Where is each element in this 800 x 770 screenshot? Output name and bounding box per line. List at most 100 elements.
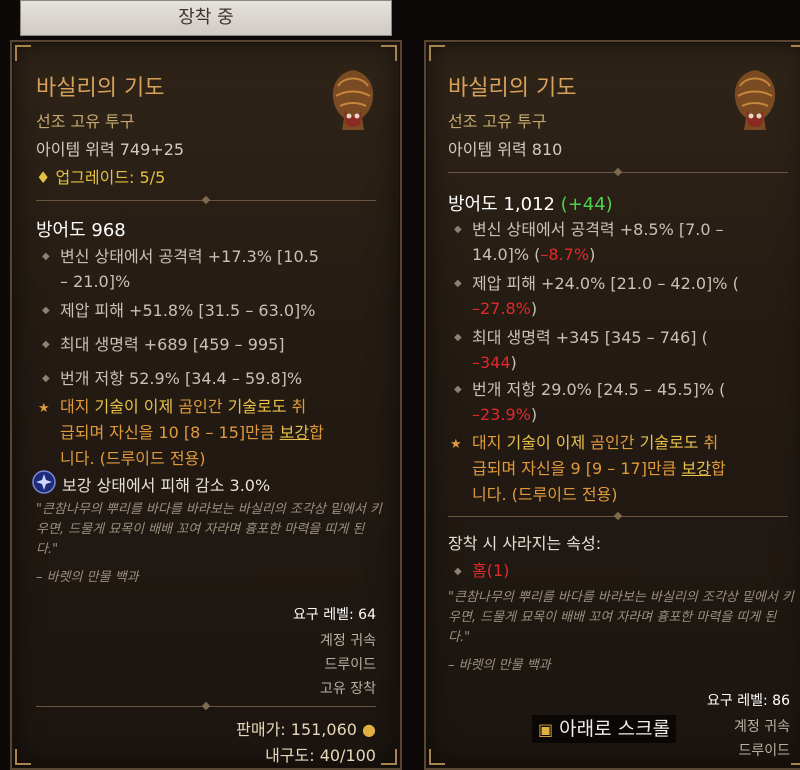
legendary-star-icon: ★ [450,437,462,452]
stat-text: ) [589,245,596,264]
aspect-text: 보강 상태에서 피해 감소 3.0% [62,476,271,495]
lost-affix: 홈(1) [472,561,510,580]
item-power: 아이템 위력 810 [448,140,563,159]
gold-coin-icon: ● [362,720,376,739]
legend-keyword: 기술이 이제 [94,397,174,416]
account-bound: 계정 귀속 [320,633,376,649]
legendary-affix: 대지 기술이 이제 곰인간 기술로도 취 급되며 자신을 9 [9 – 17]만… [472,430,800,508]
stat-line: 제압 피해 +51.8% [31.5 – 63.0]% [60,301,316,320]
stat-text: 변신 상태에서 공격력 +8.5% [7.0 – [472,220,724,239]
armor-diff: (+44) [560,194,613,215]
stat-text: 제압 피해 +24.0% [21.0 – 42.0]% ( [472,274,739,293]
required-level: 요구 레벨: 64 [293,607,376,623]
stat-line: 변신 상태에서 공격력 +8.5% [7.0 – 14.0]% (–8.7%) [472,217,800,267]
stat-line: 번개 저항 52.9% [34.4 – 59.8]% [60,369,303,388]
frame-corner [791,749,800,765]
stat-text: 최대 생명력 +345 [345 – 746] ( [472,328,708,347]
helmet-icon [332,70,374,130]
stat-text: ) [530,405,538,424]
legend-text: 취 [286,397,307,416]
stat-line: 최대 생명력 +345 [345 – 746] ( –344) [472,325,800,375]
frame-corner [381,45,397,61]
item-power: 아이템 위력 749+25 [36,140,185,159]
legend-text: 취 [698,433,719,452]
legend-text: 급되며 자신을 10 [8 – 15]만큼 [60,423,280,442]
legend-text: 니다. (드루이드 전용) [472,485,618,504]
account-bound: 계정 귀속 [734,719,790,735]
stat-text: ) [510,353,517,372]
frame-corner [381,749,397,765]
equipped-item-tooltip: 바실리의 기도 선조 고유 투구 아이템 위력 749+25 ♦ 업그레이드: … [10,40,402,770]
stat-bullet-icon: ◆ [454,566,462,577]
section-divider [36,200,376,201]
durability: 내구도: 40/100 [265,746,376,765]
stat-diff: –8.7% [540,245,590,264]
stat-bullet-icon: ◆ [454,332,462,343]
armor-text: 방어도 1,012 [448,194,555,215]
stat-bullet-icon: ◆ [454,224,462,235]
legend-text: 니다. (드루이드 전용) [60,449,206,468]
legend-keyword: 기술로도 [639,433,699,452]
fortify-keyword[interactable]: 보강 [681,459,710,478]
class-restriction: 드루이드 [324,657,376,673]
section-divider [448,516,788,517]
chest-icon: ▣ [538,720,554,739]
stat-text: – 21.0]% [60,272,131,291]
flavor-source: – 바렛의 만물 백과 [448,658,551,673]
stat-bullet-icon: ◆ [42,339,50,350]
section-divider [36,706,376,707]
item-name: 바실리의 기도 [36,76,165,101]
frame-corner [429,45,445,61]
legend-keyword: 기술로도 [227,397,287,416]
lost-affixes-header: 장착 시 사라지는 속성: [448,534,602,553]
legend-text: 곰인간 [173,397,228,416]
required-level: 요구 레벨: 86 [707,693,790,709]
flavor-text: "큰참나무의 뿌리를 바다를 바라보는 바실리의 조각상 밑에서 키우면, 드물… [448,590,794,645]
stat-line: 최대 생명력 +689 [459 – 995] [60,335,285,354]
armor-value: 방어도 1,012 (+44) [448,190,613,216]
stat-bullet-icon: ◆ [42,305,50,316]
stat-diff: –23.9% [472,405,531,424]
legend-keyword: 기술이 이제 [506,433,586,452]
stat-text: 변신 상태에서 공격력 +17.3% [10.5 [60,247,319,266]
item-type: 선조 고유 투구 [36,112,135,131]
legend-text: 곰인간 [585,433,640,452]
frame-corner [15,45,31,61]
sell-price: 판매가: 151,060 ● [236,716,376,740]
legendary-affix: 대지 기술이 이제 곰인간 기술로도 취 급되며 자신을 10 [8 – 15]… [60,394,390,472]
upgrade-label: 업그레이드: 5/5 [55,168,166,187]
legend-text: 급되며 자신을 9 [9 – 17]만큼 [472,459,682,478]
stat-line: 변신 상태에서 공격력 +17.3% [10.5 – 21.0]% [60,244,380,294]
stat-diff: –344 [472,353,511,372]
stat-text: 번개 저항 29.0% [24.5 – 45.5]% ( [472,380,726,399]
stat-bullet-icon: ◆ [42,251,50,262]
upgrade-status: ♦ 업그레이드: 5/5 [36,168,166,187]
stat-bullet-icon: ◆ [42,373,50,384]
stat-text: ) [530,299,538,318]
frame-corner [429,749,445,765]
stat-diff: –27.8% [472,299,531,318]
stat-line: 번개 저항 29.0% [24.5 – 45.5]% ( –23.9%) [472,377,800,427]
stat-line: 제압 피해 +24.0% [21.0 – 42.0]% ( –27.8%) [472,271,800,321]
scroll-down-hint[interactable]: ▣ 아래로 스크롤 [532,715,677,743]
legend-text: 합 [309,423,324,442]
equipped-tab: 장착 중 [20,0,392,36]
section-divider [448,172,788,173]
aspect-gem-icon [32,470,56,494]
sell-price-text: 판매가: 151,060 [236,720,357,739]
stat-bullet-icon: ◆ [454,384,462,395]
scroll-hint-label: 아래로 스크롤 [559,718,671,740]
helmet-icon [734,70,776,130]
flavor-source: – 바렛의 만물 백과 [36,570,139,585]
unique-equipped: 고유 장착 [320,681,376,697]
legend-text: 대지 [60,397,95,416]
item-name: 바실리의 기도 [448,76,577,101]
armor-value: 방어도 968 [36,220,126,241]
stat-bullet-icon: ◆ [454,278,462,289]
legend-text: 대지 [472,433,507,452]
legendary-star-icon: ★ [38,401,50,416]
fortify-keyword[interactable]: 보강 [280,423,309,442]
legend-text: 합 [710,459,726,478]
compared-item-tooltip: 바실리의 기도 선조 고유 투구 아이템 위력 810 방어도 1,012 (+… [424,40,800,770]
item-type: 선조 고유 투구 [448,112,547,131]
